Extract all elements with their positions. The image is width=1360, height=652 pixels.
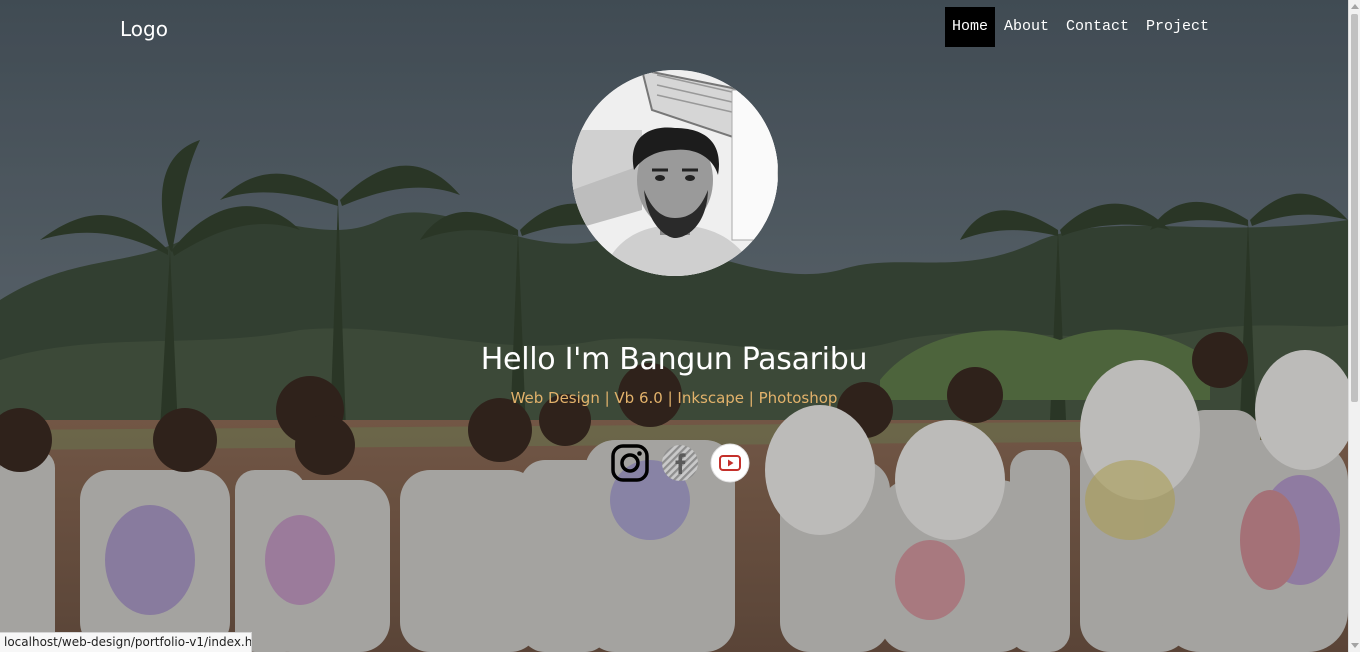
- instagram-icon[interactable]: [610, 443, 650, 483]
- youtube-icon[interactable]: [710, 443, 750, 483]
- main-nav: Home About Contact Project: [945, 7, 1218, 47]
- page-scrollbar[interactable]: [1348, 0, 1360, 652]
- hero-title: Hello I'm Bangun Pasaribu: [480, 342, 868, 377]
- profile-avatar: [572, 70, 778, 276]
- social-links: [610, 443, 750, 483]
- nav-about-link[interactable]: About: [996, 7, 1057, 47]
- nav-project-link[interactable]: Project: [1138, 7, 1217, 47]
- scroll-down-arrow-icon[interactable]: [1351, 643, 1359, 648]
- scrollbar-thumb[interactable]: [1351, 14, 1358, 402]
- scroll-up-arrow-icon[interactable]: [1351, 4, 1359, 9]
- site-logo[interactable]: Logo: [120, 17, 168, 41]
- facebook-icon[interactable]: [660, 443, 700, 483]
- nav-contact-link[interactable]: Contact: [1058, 7, 1137, 47]
- hero-subtitle: Web Design | Vb 6.0 | Inkscape | Photosh…: [510, 389, 838, 407]
- browser-status-url: localhost/web-design/portfolio-v1/index.…: [0, 632, 252, 652]
- nav-home-link[interactable]: Home: [945, 7, 996, 47]
